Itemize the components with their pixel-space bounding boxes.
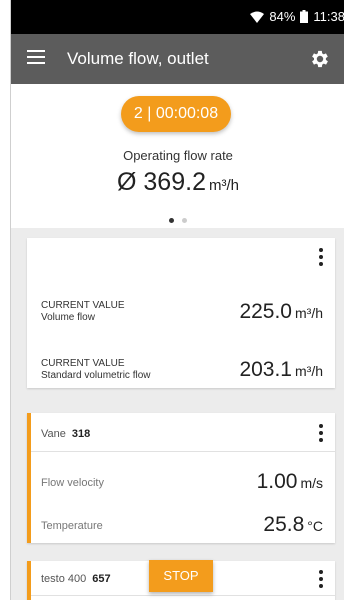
wifi-icon <box>250 11 265 23</box>
cards-list: CURRENT VALUE Volume flow 225.0 m³/h CURR… <box>11 228 344 600</box>
measurement-timer-badge[interactable]: 2 | 00:00:08 <box>121 96 231 132</box>
battery-icon <box>300 10 309 23</box>
page-dot-active[interactable] <box>169 218 174 223</box>
measurement-summary: 2 | 00:00:08 Operating flow rate Ø 369.2… <box>11 84 344 234</box>
flow-velocity-unit: m/s <box>300 475 323 491</box>
page-dot-inactive[interactable] <box>182 218 187 223</box>
temperature-label: Temperature <box>41 520 103 532</box>
current-value-name: Standard volumetric flow <box>41 370 151 381</box>
divider <box>31 595 335 596</box>
operating-flow-unit: m³/h <box>208 177 239 194</box>
current-value-caption: CURRENT VALUE <box>41 300 125 311</box>
temperature-number: 25.8 <box>263 513 305 536</box>
volume-flow-value: 225.0 m³/h <box>239 300 323 324</box>
standard-flow-value: 203.1 m³/h <box>239 358 323 382</box>
status-bar: 84% 11:38 <box>11 0 344 34</box>
page-title: Volume flow, outlet <box>67 49 209 68</box>
page-indicator[interactable] <box>11 210 344 228</box>
operating-flow-value: Ø 369.2 m³/h <box>11 168 344 197</box>
volume-flow-unit: m³/h <box>295 305 323 321</box>
more-options-icon[interactable] <box>319 570 323 588</box>
operating-flow-label: Operating flow rate <box>123 148 233 163</box>
vane-probe-card: Vane 318 Flow velocity 1.00 m/s Temperatur… <box>27 413 335 543</box>
app-screen: 84% 11:38 Volume flow, outlet 2 | 00:00:… <box>10 0 344 600</box>
current-value-name: Volume flow <box>41 312 95 323</box>
probe-header: Vane 318 <box>41 428 90 440</box>
device-header: testo 400 657 <box>41 573 111 585</box>
flow-velocity-number: 1.00 <box>256 470 298 493</box>
status-right: 84% 11:38 <box>250 9 344 24</box>
probe-id: 318 <box>71 428 91 440</box>
operating-flow-number: Ø 369.2 <box>117 168 206 196</box>
current-value-label-volume-flow: CURRENT VALUE Volume flow <box>41 300 125 324</box>
hamburger-menu-icon[interactable] <box>27 50 45 68</box>
temperature-value: 25.8 °C <box>263 513 323 537</box>
standard-flow-number: 203.1 <box>239 358 292 381</box>
volume-flow-number: 225.0 <box>239 300 292 323</box>
standard-flow-unit: m³/h <box>295 363 323 379</box>
more-options-icon[interactable] <box>319 248 323 266</box>
current-value-caption: CURRENT VALUE <box>41 358 125 369</box>
clock: 11:38 <box>313 9 344 24</box>
more-options-icon[interactable] <box>319 424 323 442</box>
temperature-unit: °C <box>307 518 323 534</box>
probe-name: Vane <box>41 428 66 440</box>
divider <box>31 451 335 452</box>
gear-icon[interactable] <box>309 48 331 70</box>
current-values-card: CURRENT VALUE Volume flow 225.0 m³/h CURR… <box>27 238 335 388</box>
battery-percent: 84% <box>269 9 296 24</box>
flow-velocity-label: Flow velocity <box>41 477 104 489</box>
app-bar: Volume flow, outlet <box>11 34 344 84</box>
device-id: 657 <box>92 573 111 585</box>
flow-velocity-value: 1.00 m/s <box>257 470 323 494</box>
stop-button[interactable]: STOP <box>149 560 213 592</box>
device-name: testo 400 <box>41 573 87 585</box>
current-value-label-standard-flow: CURRENT VALUE Standard volumetric flow <box>41 358 151 382</box>
